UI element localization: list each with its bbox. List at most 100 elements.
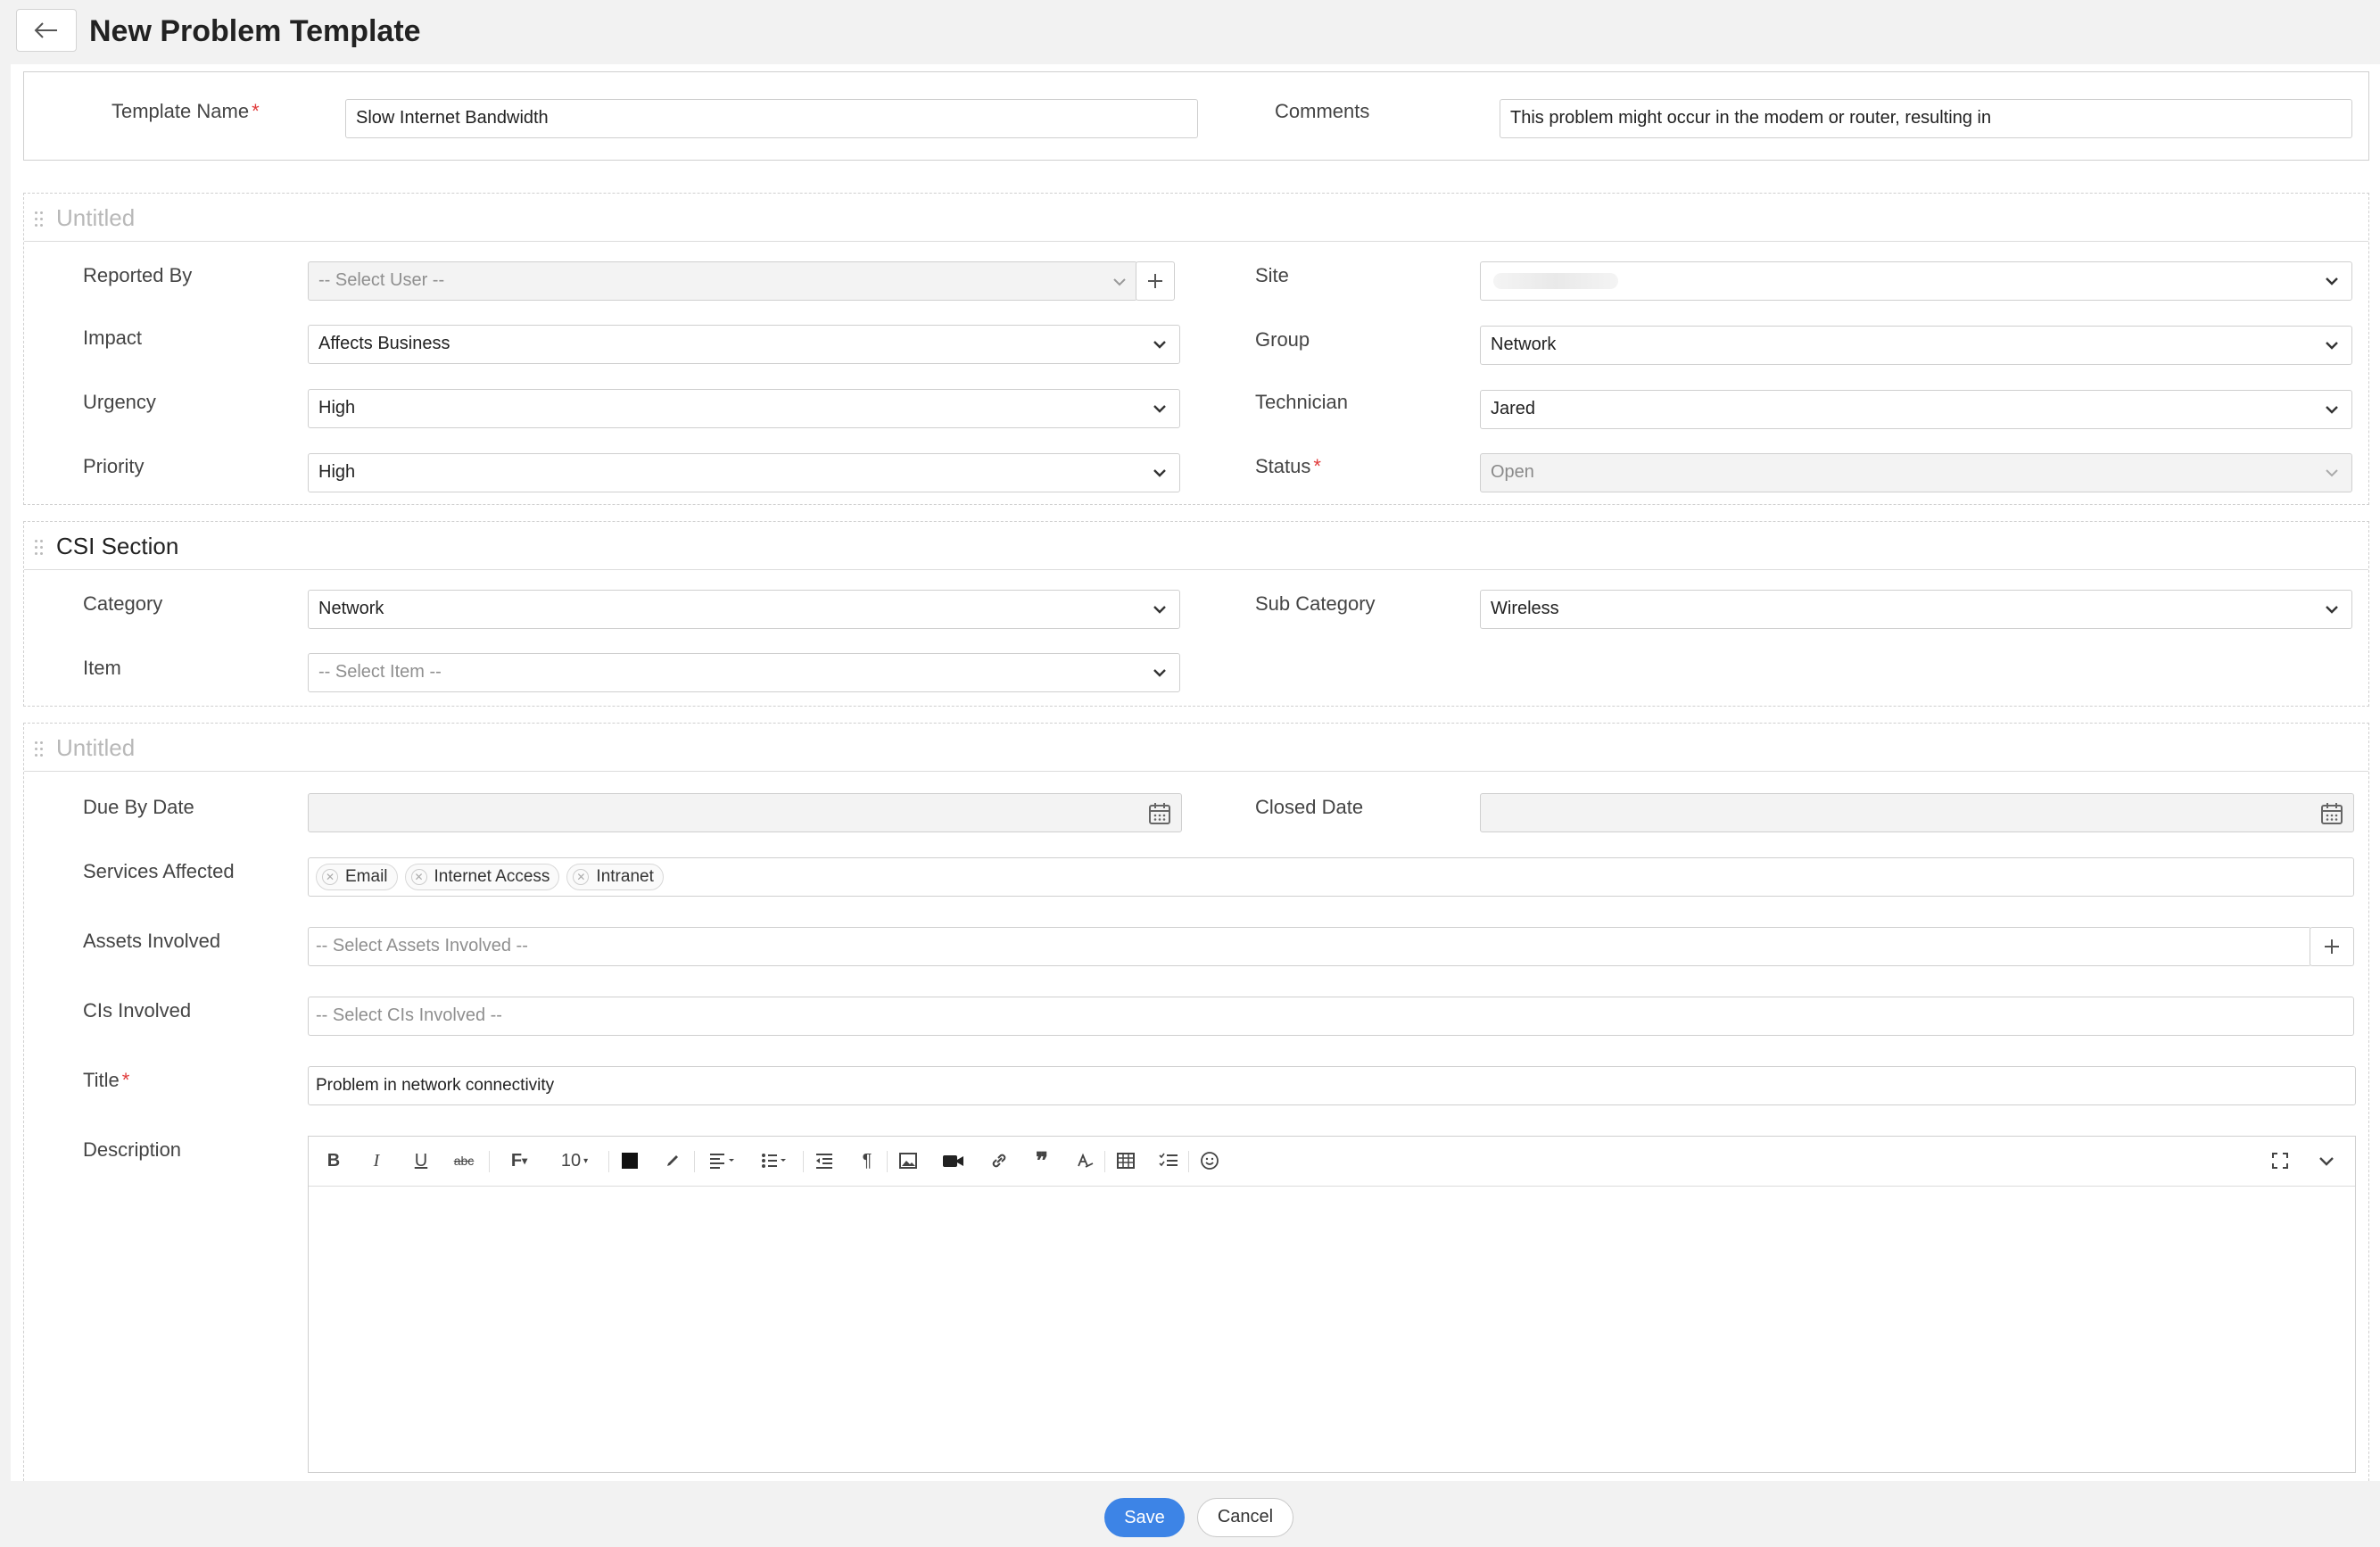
link-icon[interactable] xyxy=(987,1147,1012,1174)
due-by-date-input[interactable] xyxy=(308,793,1182,832)
calendar-icon[interactable] xyxy=(2319,801,2344,826)
chevron-down-icon[interactable] xyxy=(2314,1147,2339,1174)
chevron-down-icon xyxy=(1113,278,1126,286)
remove-tag-icon[interactable]: ✕ xyxy=(573,869,590,885)
impact-select[interactable]: Affects Business xyxy=(308,325,1180,364)
comments-label: Comments xyxy=(1275,100,1370,122)
video-icon[interactable] xyxy=(940,1147,967,1174)
drag-handle-icon[interactable] xyxy=(35,741,44,757)
list-icon[interactable] xyxy=(755,1147,794,1174)
chevron-down-icon xyxy=(2326,406,2338,414)
group-select[interactable]: Network xyxy=(1480,326,2352,365)
sub-category-label: Sub Category xyxy=(1255,592,1376,615)
impact-value: Affects Business xyxy=(318,334,450,353)
status-select[interactable]: Open xyxy=(1480,453,2352,492)
chevron-down-icon xyxy=(1153,669,1166,677)
assets-involved-select[interactable]: -- Select Assets Involved -- xyxy=(308,927,2311,966)
urgency-value: High xyxy=(318,398,356,418)
site-label: Site xyxy=(1255,264,1289,286)
service-tag-label: Email xyxy=(345,867,388,886)
priority-select[interactable]: High xyxy=(308,453,1180,492)
arrow-left-icon xyxy=(34,22,57,38)
reported-by-select[interactable]: -- Select User -- xyxy=(308,261,1137,301)
toolbar-separator xyxy=(803,1151,804,1172)
back-button[interactable] xyxy=(16,9,77,52)
table-icon[interactable] xyxy=(1113,1147,1138,1174)
comments-input[interactable]: This problem might occur in the modem or… xyxy=(1500,99,2352,138)
drag-handle-icon[interactable] xyxy=(35,211,44,228)
plus-icon xyxy=(2325,939,2339,954)
paragraph-icon[interactable]: ¶ xyxy=(855,1147,880,1174)
toolbar-separator xyxy=(489,1151,490,1172)
clear-format-icon[interactable] xyxy=(1072,1147,1097,1174)
assets-involved-label: Assets Involved xyxy=(83,930,221,952)
bold-icon[interactable]: B xyxy=(321,1147,346,1174)
section-title: Untitled xyxy=(56,204,136,231)
status-label: Status * xyxy=(1255,455,1321,477)
title-input[interactable]: Problem in network connectivity xyxy=(308,1066,2356,1105)
services-affected-input[interactable]: ✕ Email ✕ Internet Access ✕ Intranet xyxy=(308,857,2354,897)
text-color-icon[interactable] xyxy=(617,1147,642,1174)
editor-content-area[interactable] xyxy=(309,1187,2355,1472)
item-select[interactable]: -- Select Item -- xyxy=(308,653,1180,692)
section-title: CSI Section xyxy=(56,533,179,559)
chevron-down-icon xyxy=(1153,606,1166,614)
cis-involved-select[interactable]: -- Select CIs Involved -- xyxy=(308,997,2354,1036)
underline-icon[interactable]: U xyxy=(409,1147,434,1174)
italic-icon[interactable]: I xyxy=(364,1147,389,1174)
add-user-button[interactable] xyxy=(1136,261,1175,301)
highlight-icon[interactable] xyxy=(660,1147,685,1174)
quote-icon[interactable]: ❞ xyxy=(1029,1147,1054,1174)
fullscreen-icon[interactable] xyxy=(2268,1147,2293,1174)
image-icon[interactable] xyxy=(896,1147,921,1174)
closed-date-input[interactable] xyxy=(1480,793,2354,832)
site-select[interactable] xyxy=(1480,261,2352,301)
technician-select[interactable]: Jared xyxy=(1480,390,2352,429)
strikethrough-icon[interactable]: abc xyxy=(451,1147,476,1174)
remove-tag-icon[interactable]: ✕ xyxy=(322,869,338,885)
urgency-select[interactable]: High xyxy=(308,389,1180,428)
group-value: Network xyxy=(1491,335,1557,354)
section-untitled-1: Untitled Reported By -- Select User -- S… xyxy=(23,193,2369,505)
priority-label: Priority xyxy=(83,455,145,477)
emoji-icon[interactable] xyxy=(1197,1147,1222,1174)
page-title: New Problem Template xyxy=(89,14,421,48)
font-size-dropdown[interactable]: 10 ▾ xyxy=(553,1147,596,1174)
font-family-icon[interactable]: F ▾ xyxy=(503,1147,535,1174)
toolbar-separator xyxy=(1188,1151,1189,1172)
technician-value: Jared xyxy=(1491,399,1536,418)
sub-category-select[interactable]: Wireless xyxy=(1480,590,2352,629)
item-placeholder: -- Select Item -- xyxy=(318,662,442,682)
font-size-value: 10 xyxy=(560,1150,582,1171)
category-label: Category xyxy=(83,592,163,615)
remove-tag-icon[interactable]: ✕ xyxy=(410,869,427,885)
category-select[interactable]: Network xyxy=(308,590,1180,629)
description-label: Description xyxy=(83,1138,182,1161)
closed-date-label: Closed Date xyxy=(1255,796,1364,818)
toolbar-separator xyxy=(694,1151,695,1172)
align-icon[interactable] xyxy=(703,1147,742,1174)
reported-by-label: Reported By xyxy=(83,264,193,286)
due-by-date-label: Due By Date xyxy=(83,796,194,818)
cancel-button[interactable]: Cancel xyxy=(1197,1498,1293,1537)
outdent-icon[interactable] xyxy=(812,1147,837,1174)
chevron-down-icon xyxy=(2326,606,2338,614)
chevron-down-icon xyxy=(1153,405,1166,413)
service-tag: ✕ Intranet xyxy=(566,864,664,890)
drag-handle-icon[interactable] xyxy=(35,540,44,556)
top-bar: New Problem Template xyxy=(0,0,2380,64)
technician-label: Technician xyxy=(1255,391,1348,413)
priority-value: High xyxy=(318,462,356,482)
cis-involved-label: CIs Involved xyxy=(83,999,192,1022)
chevron-down-icon xyxy=(2326,277,2338,285)
section-header: Untitled xyxy=(24,194,2368,242)
save-button[interactable]: Save xyxy=(1104,1498,1185,1537)
item-label: Item xyxy=(83,657,121,679)
calendar-icon[interactable] xyxy=(1147,801,1172,826)
template-name-input[interactable]: Slow Internet Bandwidth xyxy=(345,99,1198,138)
chevron-down-icon xyxy=(2326,342,2338,350)
checklist-icon[interactable] xyxy=(1156,1147,1181,1174)
add-asset-button[interactable] xyxy=(2310,927,2354,966)
service-tag: ✕ Internet Access xyxy=(404,864,560,890)
site-value-blurred xyxy=(1493,273,1618,289)
